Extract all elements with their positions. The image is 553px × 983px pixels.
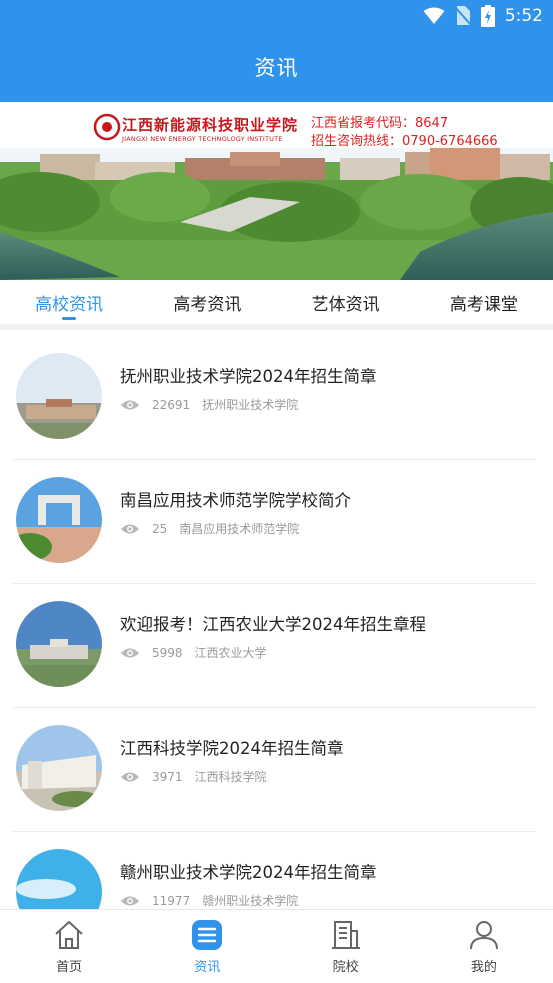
eye-icon [121,400,139,409]
tab-label: 高考课堂 [449,294,518,315]
view-count: 3971 [152,769,183,784]
article-item[interactable]: 赣州职业技术学院2024年招生简章 11977 赣州职业技术学院 [12,832,536,909]
article-list[interactable]: 抚州职业技术学院2024年招生简章 22691 抚州职业技术学院 南昌应用技术师… [0,336,553,909]
status-time: 5:52 [504,6,543,26]
user-icon [467,918,501,952]
nav-news[interactable]: 资讯 [138,910,276,983]
nav-schools[interactable]: 院校 [277,910,415,983]
article-meta: 25 南昌应用技术师范学院 [120,520,299,537]
banner-school-name-en: JIANGXI NEW ENERGY TECHNOLOGY INSTITUTE [122,135,283,143]
eye-icon [121,772,139,781]
article-title: 赣州职业技术学院2024年招生简章 [120,863,377,882]
article-meta: 3971 江西科技学院 [120,768,267,785]
article-item[interactable]: 欢迎报考！江西农业大学2024年招生章程 5998 江西农业大学 [12,584,536,708]
tab-gaokao-classroom[interactable]: 高考课堂 [415,280,553,324]
article-source: 赣州职业技术学院 [202,894,299,908]
tab-label: 高考资讯 [173,294,242,315]
nav-home[interactable]: 首页 [0,910,138,983]
article-item[interactable]: 抚州职业技术学院2024年招生简章 22691 抚州职业技术学院 [12,336,536,460]
eye-icon [121,896,139,905]
bottom-navigation: 首页 资讯 院校 我的 [0,909,553,983]
tab-arts-sports-news[interactable]: 艺体资讯 [277,280,415,324]
banner-school-name: 江西新能源科技职业学院 [122,116,299,134]
article-title: 南昌应用技术师范学院学校简介 [120,491,351,510]
school-icon [329,918,363,952]
article-meta: 22691 抚州职业技术学院 [120,396,298,413]
eye-icon [121,524,139,533]
view-count: 25 [152,521,168,536]
active-tab-indicator [62,317,77,320]
article-title: 抚州职业技术学院2024年招生简章 [120,367,377,386]
tab-label: 艺体资讯 [311,294,380,315]
article-meta: 11977 赣州职业技术学院 [120,892,298,909]
article-source: 江西农业大学 [194,646,267,660]
tab-university-news[interactable]: 高校资讯 [0,280,138,324]
app-bar: 资讯 [0,32,553,102]
article-item[interactable]: 江西科技学院2024年招生简章 3971 江西科技学院 [12,708,536,832]
no-sim-icon [454,6,471,26]
tab-gaokao-news[interactable]: 高考资讯 [138,280,276,324]
article-source: 抚州职业技术学院 [202,398,299,412]
wifi-icon [423,7,445,24]
article-source: 江西科技学院 [194,770,267,784]
article-thumbnail [16,725,102,811]
article-item[interactable]: 南昌应用技术师范学院学校简介 25 南昌应用技术师范学院 [12,460,536,584]
banner-hotline: 招生咨询热线：0790-6764666 [311,134,498,149]
nav-label: 我的 [470,960,497,975]
page-title: 资讯 [254,56,299,80]
view-count: 5998 [152,645,183,660]
nav-label: 资讯 [194,960,221,975]
article-meta: 5998 江西农业大学 [120,644,267,661]
news-icon [190,918,224,952]
article-source: 南昌应用技术师范学院 [179,522,300,536]
eye-icon [121,648,139,657]
status-bar: 5:52 [0,0,553,32]
article-title: 江西科技学院2024年招生简章 [120,739,344,758]
article-thumbnail [16,477,102,563]
view-count: 22691 [152,397,191,412]
category-tabs: 高校资讯 高考资讯 艺体资讯 高考课堂 [0,280,553,330]
article-thumbnail [16,601,102,687]
article-thumbnail [16,849,102,909]
battery-charging-icon [480,5,495,27]
nav-label: 首页 [56,960,83,975]
view-count: 11977 [152,893,191,908]
article-title: 欢迎报考！江西农业大学2024年招生章程 [120,615,426,634]
promo-banner[interactable]: 江西新能源科技职业学院 JIANGXI NEW ENERGY TECHNOLOG… [0,102,553,280]
home-icon [52,918,86,952]
status-icons: 5:52 [423,4,543,28]
article-thumbnail [16,353,102,439]
banner-exam-code: 江西省报考代码：8647 [311,116,449,131]
nav-label: 院校 [332,960,359,975]
nav-profile[interactable]: 我的 [415,910,553,983]
tab-label: 高校资讯 [35,294,104,315]
